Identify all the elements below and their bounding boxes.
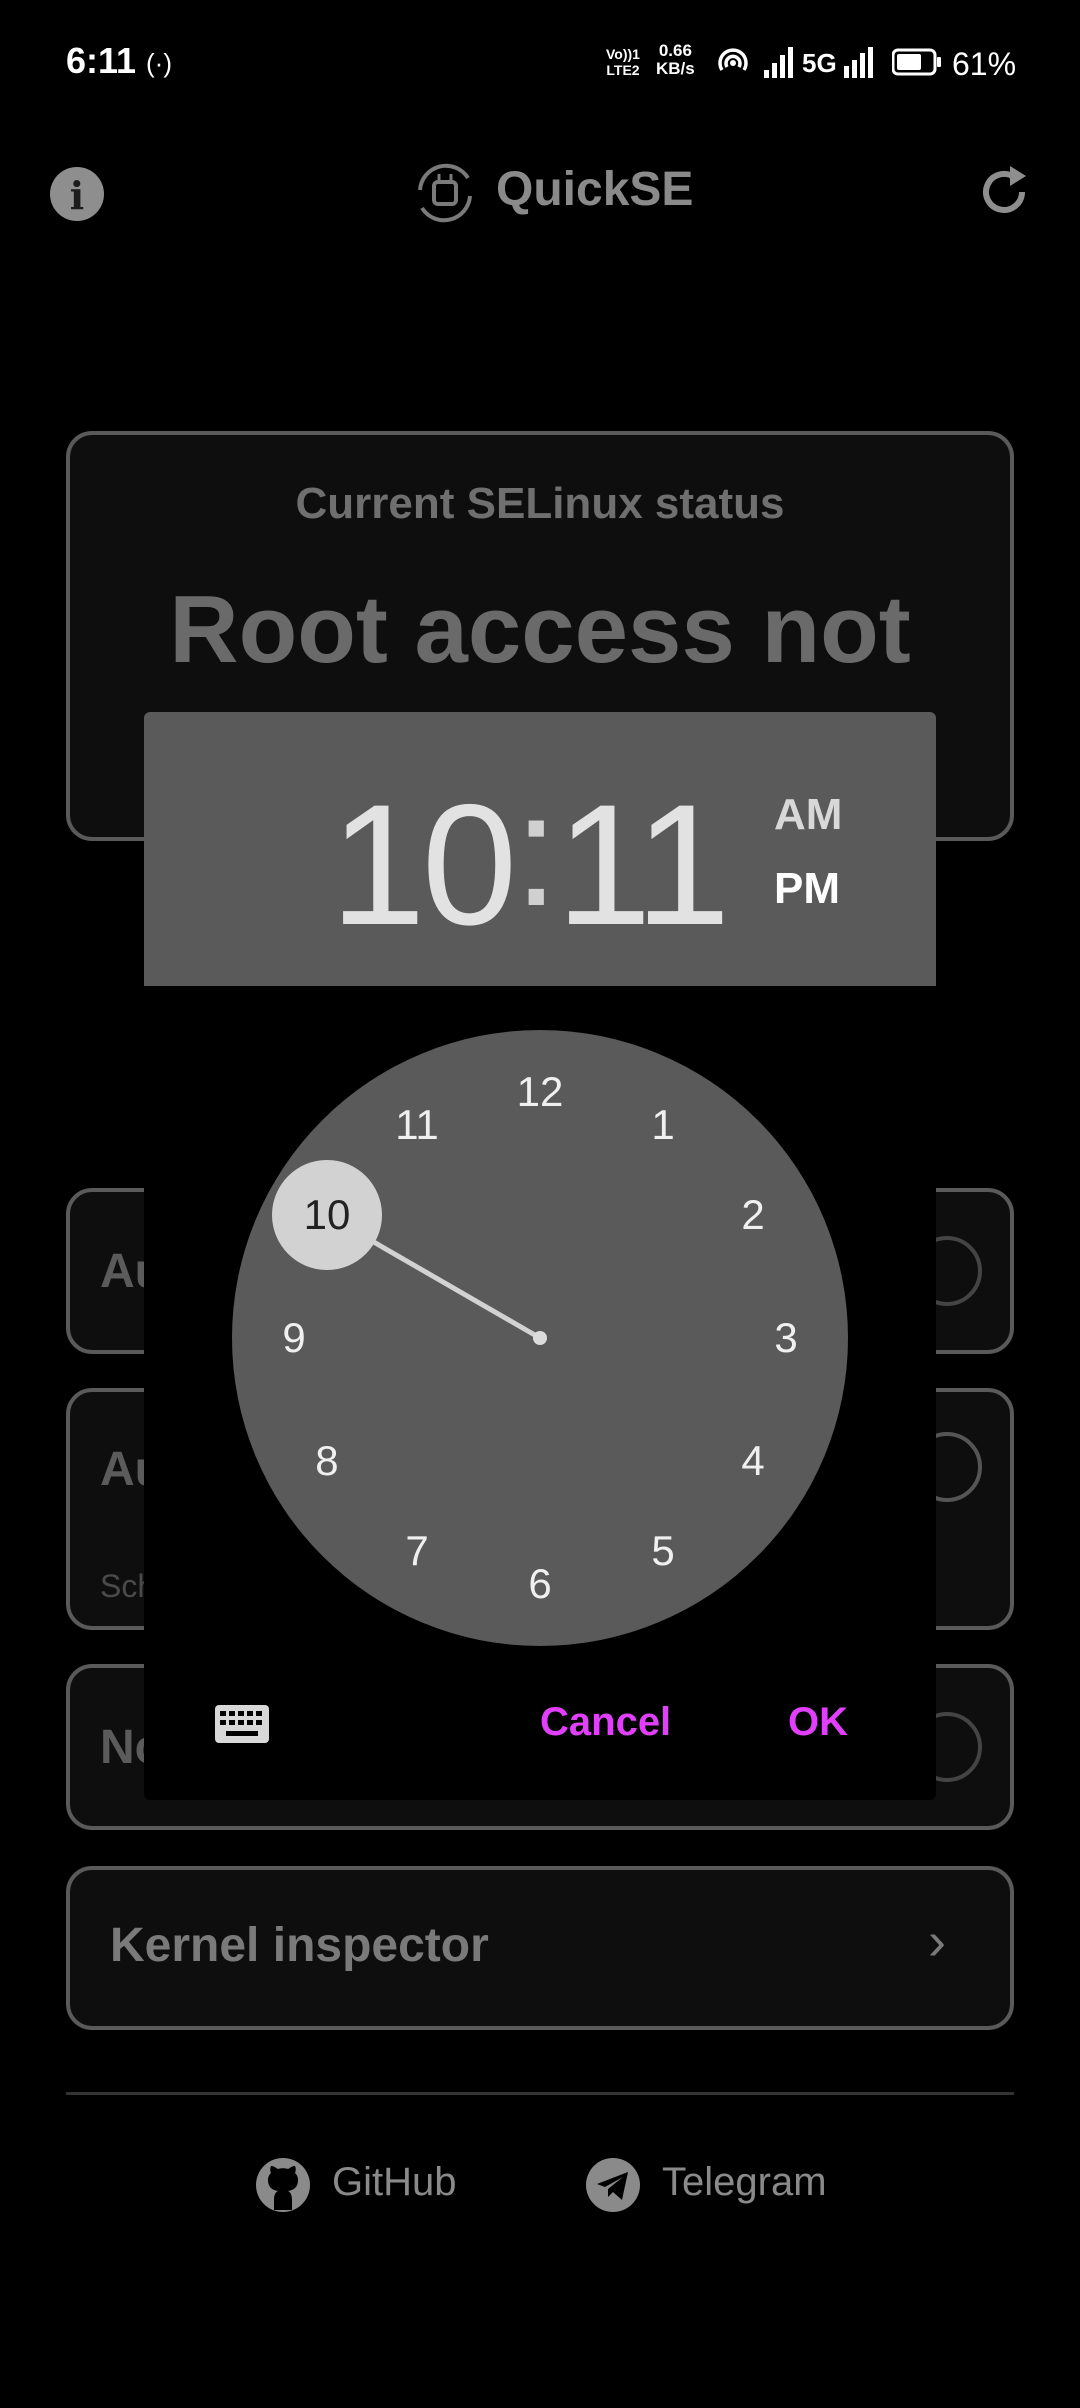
- status-value: Root access not: [169, 576, 911, 683]
- clock-face[interactable]: 12 1 2 3 4 5 6 7 8 9 10 11: [232, 1030, 848, 1646]
- clock-number-3[interactable]: 3: [746, 1308, 826, 1368]
- pm-toggle[interactable]: PM: [774, 864, 840, 914]
- battery-icon: [892, 48, 941, 76]
- speed-unit: KB/s: [656, 59, 695, 78]
- status-time: 6:11: [66, 40, 137, 81]
- github-icon[interactable]: [254, 2156, 312, 2214]
- clock-number-8[interactable]: 8: [287, 1431, 367, 1491]
- app-logo-icon: [418, 163, 472, 223]
- kernel-inspector-card[interactable]: Kernel inspector ›: [66, 1866, 1014, 2030]
- status-label: Current SELinux status: [295, 479, 785, 528]
- clock-number-2[interactable]: 2: [713, 1185, 793, 1245]
- am-toggle[interactable]: AM: [774, 790, 842, 840]
- battery-percent: 61%: [952, 46, 1017, 82]
- signal-strength-icon: [764, 47, 793, 78]
- hotspot-signal-icon: [718, 48, 748, 71]
- ok-button[interactable]: OK: [788, 1700, 848, 1745]
- network-speed: 0.66 KB/s: [656, 42, 695, 78]
- telegram-icon[interactable]: [584, 2156, 642, 2214]
- time-separator: :: [514, 760, 559, 939]
- info-icon[interactable]: i: [50, 167, 104, 221]
- speed-value: 0.66: [658, 41, 692, 60]
- volte-indicator: Vo))1 LTE2: [606, 46, 640, 78]
- clock-center: [533, 1331, 547, 1345]
- clock-number-11[interactable]: 11: [377, 1095, 457, 1155]
- status-bar: 6:11 (·) Vo))1 LTE2 0.66 KB/s 5G 61%: [0, 0, 1080, 130]
- clock-number-9[interactable]: 9: [254, 1308, 334, 1368]
- divider: [66, 2092, 1014, 2095]
- telegram-link[interactable]: Telegram: [662, 2160, 827, 2205]
- refresh-icon[interactable]: [976, 164, 1032, 220]
- clock-number-12[interactable]: 12: [500, 1062, 580, 1122]
- kernel-inspector-label: Kernel inspector: [110, 1919, 489, 1972]
- clock-number-7[interactable]: 7: [377, 1521, 457, 1581]
- app-title: QuickSE: [496, 163, 694, 216]
- minute-display[interactable]: 11: [556, 766, 731, 964]
- volte-bottom: LTE2: [606, 62, 640, 78]
- hotspot-icon: (·): [146, 48, 172, 78]
- time-picker-header: 10 : 11 AM PM: [144, 712, 936, 986]
- cancel-button[interactable]: Cancel: [540, 1700, 671, 1745]
- network-type: 5G: [802, 48, 837, 78]
- signal-strength-2-icon: [844, 47, 873, 78]
- clock-number-4[interactable]: 4: [713, 1431, 793, 1491]
- clock-number-10[interactable]: 10: [287, 1185, 367, 1245]
- clock-number-1[interactable]: 1: [623, 1095, 703, 1155]
- volte-top: Vo))1: [606, 46, 640, 62]
- chevron-right-icon: ›: [928, 1911, 946, 1971]
- keyboard-icon[interactable]: [214, 1704, 270, 1744]
- clock-number-5[interactable]: 5: [623, 1521, 703, 1581]
- hour-display[interactable]: 10: [330, 766, 517, 964]
- clock-number-6[interactable]: 6: [500, 1554, 580, 1614]
- github-link[interactable]: GitHub: [332, 2160, 457, 2205]
